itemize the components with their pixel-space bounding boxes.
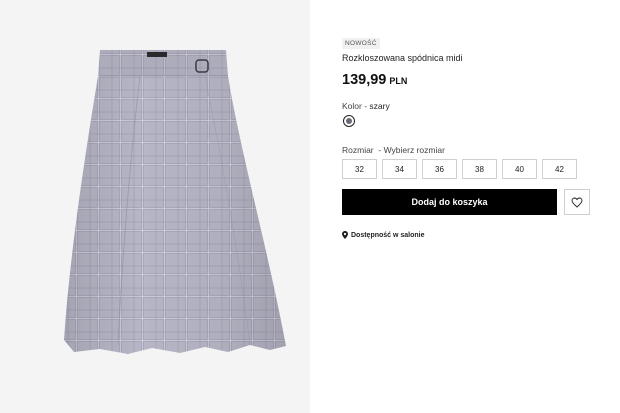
size-option-42[interactable]: 42: [542, 159, 577, 179]
size-prompt: Wybierz rozmiar: [383, 145, 445, 155]
heart-icon: [571, 197, 583, 208]
store-availability-text: Dostępność w salonie: [351, 231, 425, 239]
size-option-32[interactable]: 32: [342, 159, 377, 179]
size-option-40[interactable]: 40: [502, 159, 537, 179]
wishlist-button[interactable]: [564, 189, 590, 215]
product-title: Rozkloszowana spódnica midi: [342, 53, 463, 63]
size-option-34[interactable]: 34: [382, 159, 417, 179]
price-amount: 139,99: [342, 72, 387, 88]
price-currency: PLN: [389, 76, 408, 86]
size-label: Rozmiar - Wybierz rozmiar: [342, 145, 445, 155]
size-separator: -: [373, 145, 384, 155]
color-swatch-grey[interactable]: [343, 115, 355, 127]
size-option-36[interactable]: 36: [422, 159, 457, 179]
size-option-38[interactable]: 38: [462, 159, 497, 179]
add-to-cart-button[interactable]: Dodaj do koszyka: [342, 189, 557, 215]
size-label-text: Rozmiar: [342, 145, 374, 155]
skirt-image: [64, 50, 286, 354]
color-value: szary: [369, 101, 390, 111]
color-label-text: Kolor: [342, 101, 362, 111]
store-availability-link[interactable]: Dostępność w salonie: [342, 231, 425, 239]
product-price: 139,99 PLN: [342, 71, 407, 89]
color-label: Kolor - szary: [342, 101, 390, 111]
product-gallery: [0, 0, 310, 413]
new-badge: NOWOŚĆ: [342, 38, 380, 49]
location-pin-icon: [342, 231, 348, 239]
size-options: 32 34 36 38 40 42: [342, 159, 577, 179]
